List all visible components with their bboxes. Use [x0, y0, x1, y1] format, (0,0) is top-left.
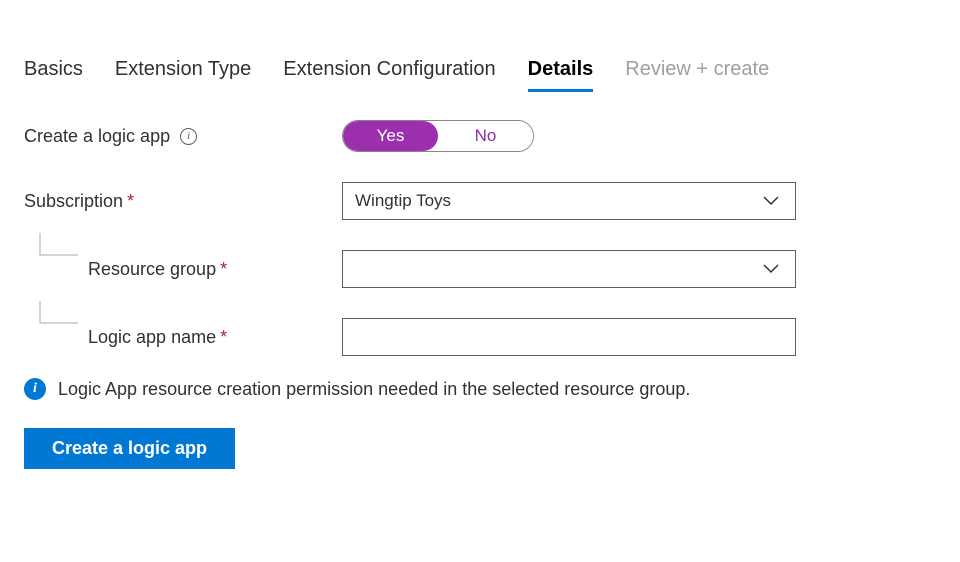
- required-indicator: *: [220, 327, 227, 348]
- form-area: Create a logic app i Yes No Subscription…: [0, 96, 960, 356]
- toggle-create-logic-app: Yes No: [342, 120, 534, 152]
- chevron-down-icon: [763, 191, 779, 211]
- info-banner: i Logic App resource creation permission…: [0, 378, 960, 400]
- label-subscription: Subscription *: [24, 191, 342, 212]
- tree-connector: [26, 301, 84, 331]
- label-resource-group: Resource group *: [24, 259, 342, 280]
- info-banner-text: Logic App resource creation permission n…: [58, 379, 690, 400]
- row-subscription: Subscription * Wingtip Toys: [24, 182, 936, 220]
- label-text: Subscription: [24, 191, 123, 212]
- logic-app-name-input[interactable]: [342, 318, 796, 356]
- chevron-down-icon: [763, 259, 779, 279]
- info-icon: i: [24, 378, 46, 400]
- row-resource-group: Resource group *: [24, 250, 936, 288]
- row-create-logic-app: Create a logic app i Yes No: [24, 120, 936, 152]
- subscription-value: Wingtip Toys: [355, 191, 451, 211]
- info-icon[interactable]: i: [180, 128, 197, 145]
- label-create-logic-app: Create a logic app i: [24, 126, 342, 147]
- toggle-yes[interactable]: Yes: [343, 121, 438, 151]
- label-text: Logic app name: [88, 327, 216, 348]
- required-indicator: *: [127, 191, 134, 212]
- resource-group-select[interactable]: [342, 250, 796, 288]
- tab-extension-configuration[interactable]: Extension Configuration: [283, 58, 495, 92]
- create-logic-app-button[interactable]: Create a logic app: [24, 428, 235, 469]
- required-indicator: *: [220, 259, 227, 280]
- tab-bar: Basics Extension Type Extension Configur…: [0, 0, 960, 92]
- toggle-no[interactable]: No: [438, 121, 533, 151]
- tab-extension-type[interactable]: Extension Type: [115, 58, 251, 92]
- tab-details[interactable]: Details: [528, 58, 594, 92]
- row-logic-app-name: Logic app name *: [24, 318, 936, 356]
- label-text: Resource group: [88, 259, 216, 280]
- tab-review-create[interactable]: Review + create: [625, 58, 769, 92]
- tree-connector: [26, 233, 84, 263]
- tab-basics[interactable]: Basics: [24, 58, 83, 92]
- subscription-select[interactable]: Wingtip Toys: [342, 182, 796, 220]
- label-logic-app-name: Logic app name *: [24, 327, 342, 348]
- label-text: Create a logic app: [24, 126, 170, 147]
